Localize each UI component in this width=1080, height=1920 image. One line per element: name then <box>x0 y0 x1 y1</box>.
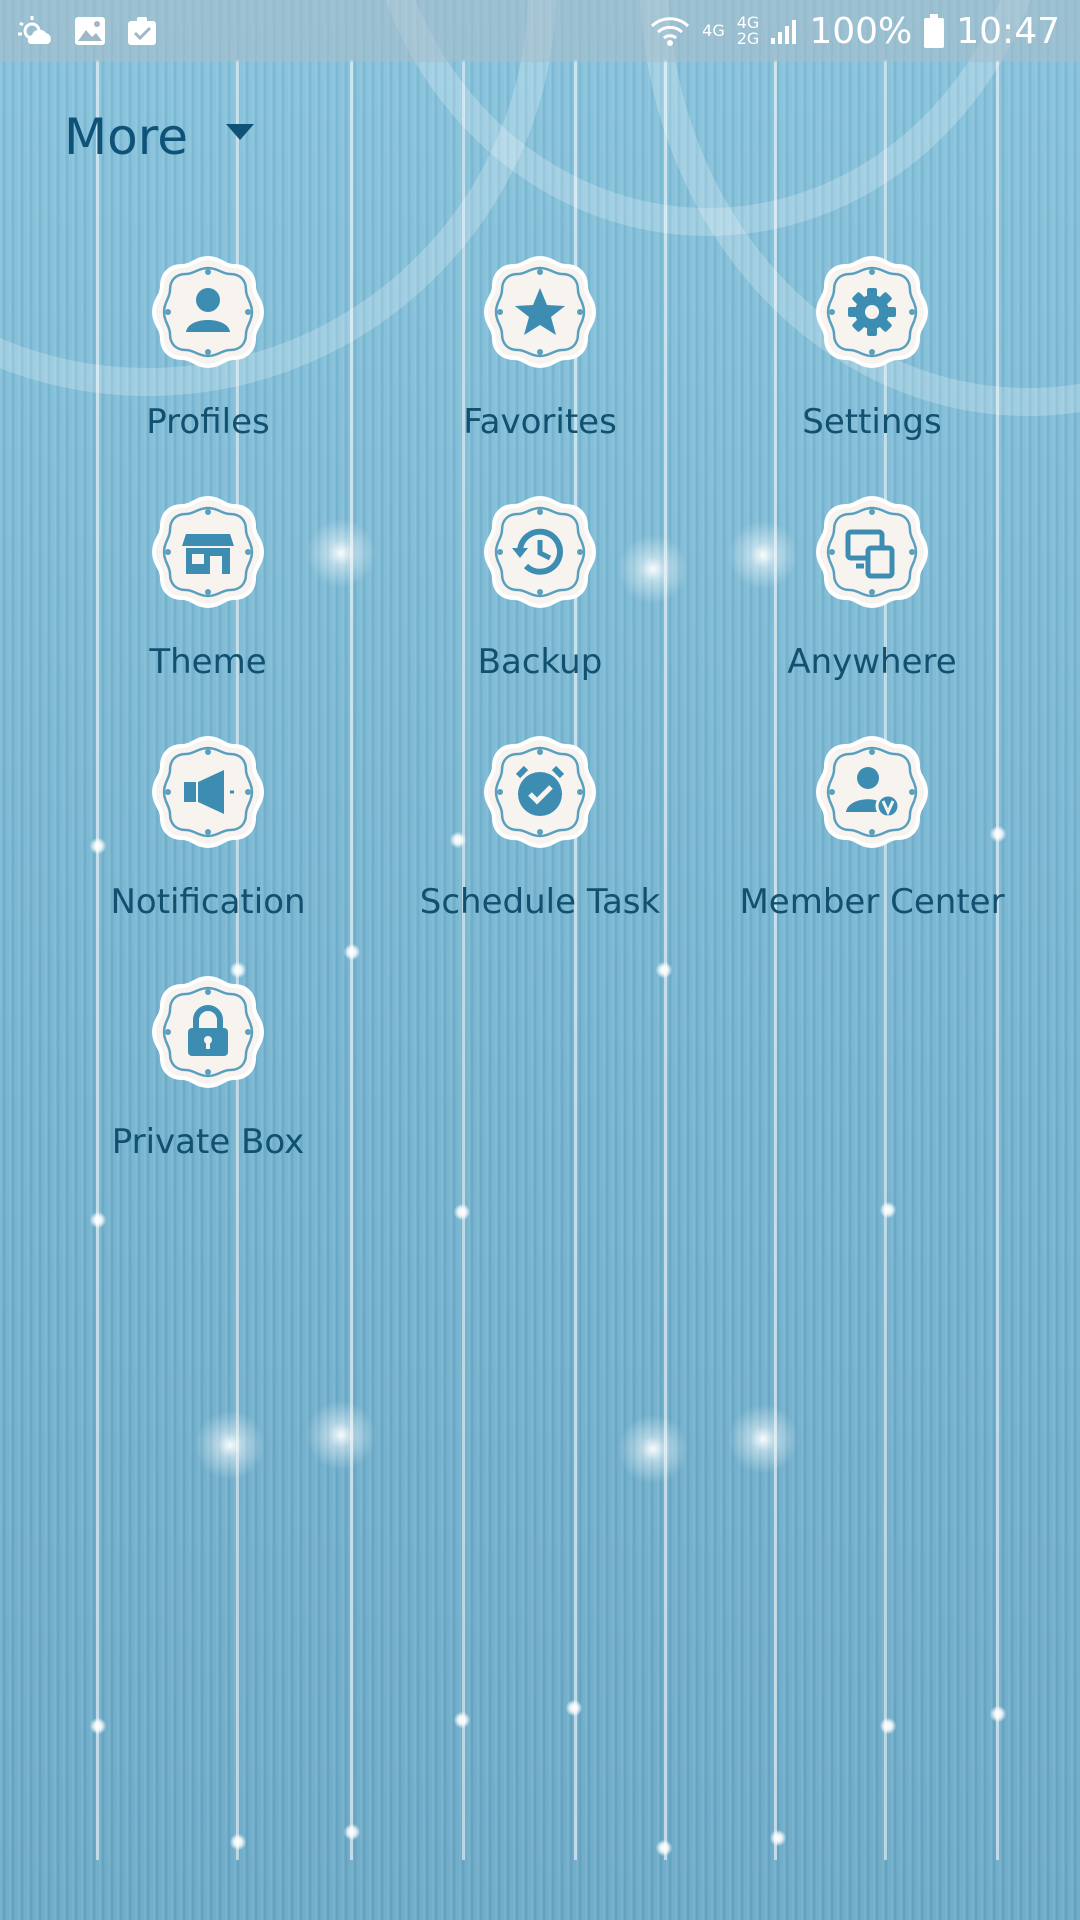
tile-theme[interactable]: Theme <box>48 492 368 692</box>
tile-favorites[interactable]: Favorites <box>380 252 700 452</box>
lock-icon <box>152 976 264 1088</box>
tile-private-box[interactable]: Private Box <box>48 972 368 1172</box>
tile-label: Member Center <box>739 882 1005 922</box>
shop-icon <box>152 496 264 608</box>
tile-label: Notification <box>110 882 306 922</box>
member-icon <box>816 736 928 848</box>
tile-label: Profiles <box>146 402 270 442</box>
alarm-check-icon <box>484 736 596 848</box>
tile-label: Private Box <box>111 1122 305 1162</box>
tile-label: Theme <box>149 642 267 682</box>
tile-label: Settings <box>802 402 942 442</box>
devices-icon <box>816 496 928 608</box>
tile-label: Backup <box>477 642 603 682</box>
tile-label: Anywhere <box>787 642 957 682</box>
speaker-icon <box>152 736 264 848</box>
tile-profiles[interactable]: Profiles <box>48 252 368 452</box>
features-grid: Profiles Favorites Settings Theme Backup… <box>0 0 1080 1920</box>
star-icon <box>484 256 596 368</box>
tile-label: Favorites <box>463 402 617 442</box>
gear-icon <box>816 256 928 368</box>
person-icon <box>152 256 264 368</box>
tile-settings[interactable]: Settings <box>712 252 1032 452</box>
tile-label: Schedule Task <box>419 882 661 922</box>
tile-notification[interactable]: Notification <box>48 732 368 932</box>
tile-member-center[interactable]: Member Center <box>712 732 1032 932</box>
tile-backup[interactable]: Backup <box>380 492 700 692</box>
tile-schedule-task[interactable]: Schedule Task <box>380 732 700 932</box>
tile-anywhere[interactable]: Anywhere <box>712 492 1032 692</box>
history-icon <box>484 496 596 608</box>
